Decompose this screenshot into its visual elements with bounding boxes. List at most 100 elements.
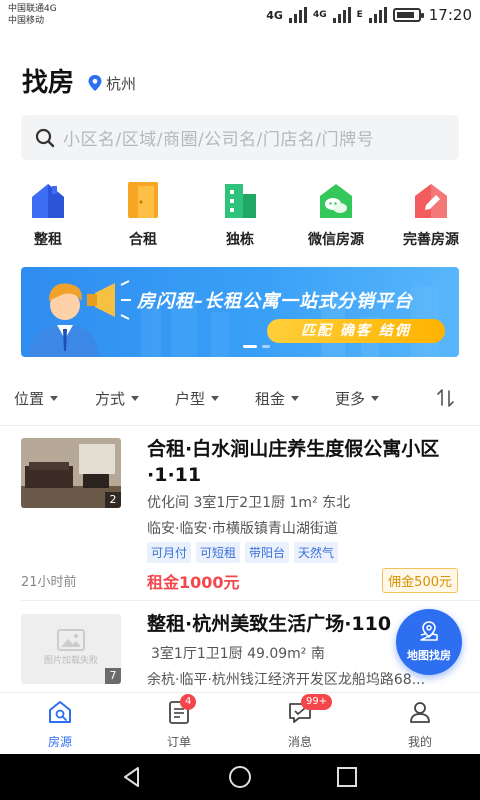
category-label: 合租 xyxy=(129,232,157,248)
recents-icon[interactable] xyxy=(335,765,359,789)
banner-pagination xyxy=(243,345,270,348)
battery-icon xyxy=(392,8,424,22)
pagination-dot-active xyxy=(243,345,257,348)
promo-banner[interactable]: 房闪租–长租公寓一站式分销平台 匹配 确客 结佣 xyxy=(21,267,459,357)
signal-icon xyxy=(288,7,307,23)
map-pin-icon xyxy=(420,621,438,641)
listing-layout: 3室1厅1卫1厨 49.09m² 南 xyxy=(151,646,325,662)
tab-orders[interactable]: 4 订单 xyxy=(139,694,219,750)
back-icon[interactable] xyxy=(120,765,144,789)
filter-more[interactable]: 更多 xyxy=(335,388,380,409)
feature-tag: 可短租 xyxy=(196,542,241,563)
search-input[interactable]: 小区名/区域/商圈/公司名/门店名/门牌号 xyxy=(21,115,459,160)
caret-down-icon xyxy=(211,396,220,401)
tab-icon-wrap: 99+ xyxy=(287,694,333,725)
house-icon xyxy=(32,184,64,218)
system-nav-bar xyxy=(0,754,480,800)
category-complete-listings[interactable]: 完善房源 xyxy=(386,180,476,249)
image-count: 2 xyxy=(105,492,121,508)
signal-icon-2 xyxy=(332,7,351,23)
clock: 17:20 xyxy=(428,6,472,24)
city-name: 杭州 xyxy=(106,74,137,93)
filter-label: 方式 xyxy=(95,390,126,408)
notification-badge: 99+ xyxy=(301,694,333,710)
page-title: 找房 xyxy=(22,67,75,98)
banner-tagline: 匹配 确客 结佣 xyxy=(267,319,445,343)
tab-listings[interactable]: 房源 xyxy=(20,699,100,750)
search-placeholder: 小区名/区域/商圈/公司名/门店名/门牌号 xyxy=(63,130,375,150)
city-selector[interactable]: 杭州 xyxy=(88,73,136,94)
category-label: 微信房源 xyxy=(308,232,364,248)
notification-badge: 4 xyxy=(180,694,197,710)
listing-time: 21小时前 xyxy=(21,575,77,590)
carrier-info: 中国联通4G 中国移动 xyxy=(8,3,57,27)
filter-room-type[interactable]: 户型 xyxy=(175,388,220,409)
listing-address: 临安·临安·市横版镇青山湖街道 xyxy=(147,521,338,537)
search-icon xyxy=(35,128,55,147)
network-type-3: E xyxy=(356,10,363,20)
image-count: 7 xyxy=(105,668,121,684)
carrier-1: 中国联通4G xyxy=(8,4,57,14)
listing-layout: 优化间 3室1厅2卫1厨 1m² 东北 xyxy=(147,495,351,511)
filter-label: 租金 xyxy=(255,390,286,408)
filter-rent[interactable]: 租金 xyxy=(255,388,300,409)
banner-title: 房闪租–长租公寓一站式分销平台 xyxy=(137,291,413,312)
listing-address: 余杭·临平·杭州钱江经济开发区龙船坞路68... xyxy=(147,672,426,688)
caret-down-icon xyxy=(50,396,59,401)
caret-down-icon xyxy=(371,396,380,401)
feature-tag: 带阳台 xyxy=(245,542,290,563)
listing-thumbnail: 图片加载失败 7 xyxy=(21,614,121,684)
pagination-dot xyxy=(262,345,270,348)
tab-label: 房源 xyxy=(47,735,72,749)
feature-tag: 天然气 xyxy=(294,542,339,563)
listing-thumbnail: 2 xyxy=(21,438,121,508)
network-type-1: 4G xyxy=(266,8,283,22)
wechat-house-icon xyxy=(320,184,352,218)
tab-messages[interactable]: 99+ 消息 xyxy=(260,694,340,750)
filter-label: 户型 xyxy=(175,390,206,408)
filter-label: 位置 xyxy=(14,390,45,408)
sort-icon[interactable] xyxy=(436,388,456,408)
category-shared-rent[interactable]: 合租 xyxy=(98,180,188,249)
filter-rental-mode[interactable]: 方式 xyxy=(95,388,140,409)
tab-label: 消息 xyxy=(287,735,312,749)
filter-bar: 位置 方式 户型 租金 更多 xyxy=(0,380,480,416)
commission-badge: 佣金500元 xyxy=(382,568,458,593)
category-wechat-listings[interactable]: 微信房源 xyxy=(291,180,381,249)
network-type-2: 4G xyxy=(312,10,327,20)
listing-title: 合租·白水涧山庄养生度假公寓小区·1·11 xyxy=(147,438,440,486)
map-search-button[interactable]: 地图找房 xyxy=(396,609,462,675)
listing-price: 租金1000元 xyxy=(147,573,240,592)
status-bar: 中国联通4G 中国移动 4G 4G E 17:20 xyxy=(0,0,480,32)
filter-location[interactable]: 位置 xyxy=(14,388,59,409)
tab-icon-wrap: 4 xyxy=(166,694,197,725)
tab-label: 我的 xyxy=(407,735,432,749)
caret-down-icon xyxy=(291,396,300,401)
home-icon[interactable] xyxy=(228,765,252,789)
category-label: 整租 xyxy=(34,232,62,248)
tab-label: 订单 xyxy=(166,735,191,749)
listing-tags: 可月付 可短租 带阳台 天然气 xyxy=(147,542,339,563)
category-whole-rent[interactable]: 整租 xyxy=(3,180,93,249)
listing-card[interactable]: 2 合租·白水涧山庄养生度假公寓小区·1·11 优化间 3室1厅2卫1厨 1m²… xyxy=(0,426,480,600)
filter-label: 更多 xyxy=(335,390,366,408)
image-load-failed: 图片加载失败 xyxy=(43,656,98,666)
header: 找房 杭州 xyxy=(22,62,136,98)
caret-down-icon xyxy=(131,396,140,401)
location-pin-icon xyxy=(88,75,102,91)
house-search-icon xyxy=(49,701,71,723)
tab-profile[interactable]: 我的 xyxy=(380,699,460,750)
edit-house-icon xyxy=(415,184,447,218)
category-grid: 整租 合租 独栋 微信房源 完善房源 xyxy=(0,180,480,250)
carrier-2: 中国移动 xyxy=(8,16,45,26)
user-icon xyxy=(410,702,430,723)
status-indicators: 4G 4G E 17:20 xyxy=(266,4,472,26)
door-icon xyxy=(128,182,158,218)
feature-tag: 可月付 xyxy=(147,542,192,563)
map-button-label: 地图找房 xyxy=(407,649,451,662)
category-standalone[interactable]: 独栋 xyxy=(195,180,285,249)
signal-icon-3 xyxy=(368,7,387,23)
building-icon xyxy=(225,184,256,218)
category-label: 完善房源 xyxy=(403,232,459,248)
category-label: 独栋 xyxy=(226,232,254,248)
